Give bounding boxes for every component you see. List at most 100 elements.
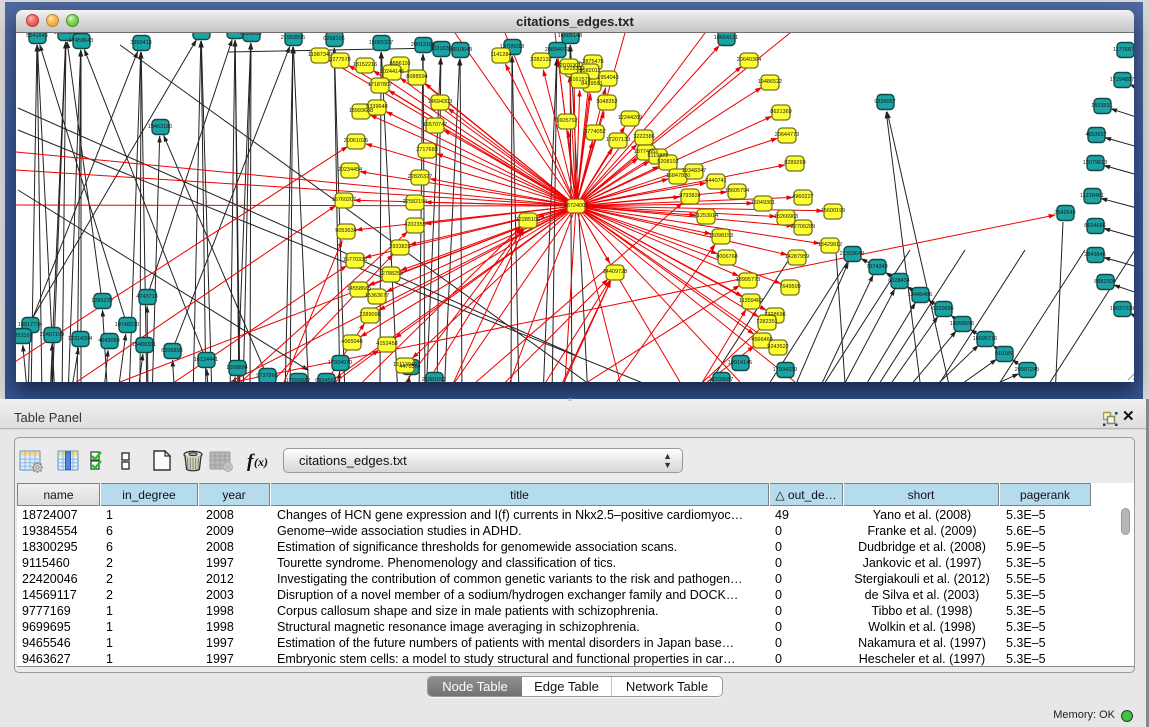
svg-text:7574349: 7574349 [866, 264, 887, 270]
svg-text:10914145: 10914145 [728, 360, 752, 366]
svg-text:18605794: 18605794 [725, 188, 749, 194]
svg-text:7328696: 7328696 [764, 312, 785, 318]
svg-text:4643069: 4643069 [98, 338, 119, 344]
svg-text:22339587: 22339587 [709, 377, 733, 382]
svg-text:16770338: 16770338 [343, 257, 367, 263]
svg-text:14694303: 14694303 [428, 99, 452, 105]
svg-text:9243522: 9243522 [767, 344, 788, 350]
svg-text:15363677: 15363677 [365, 293, 389, 299]
svg-text:20644773: 20644773 [775, 132, 799, 138]
svg-text:17294887: 17294887 [1110, 77, 1134, 83]
svg-text:21253914: 21253914 [694, 213, 718, 219]
svg-text:3222386: 3222386 [633, 134, 654, 140]
svg-text:19463180: 19463180 [148, 124, 172, 130]
svg-text:17207133: 17207133 [606, 137, 630, 143]
svg-text:8006768: 8006768 [716, 254, 737, 260]
svg-text:20997245: 20997245 [1015, 367, 1039, 373]
svg-text:2480963: 2480963 [190, 33, 211, 35]
svg-text:3048352: 3048352 [596, 99, 617, 105]
svg-text:4653657: 4653657 [1085, 132, 1106, 138]
svg-text:20894697: 20894697 [545, 47, 569, 53]
svg-text:15488301: 15488301 [132, 342, 156, 348]
svg-text:1285239: 1285239 [91, 298, 112, 304]
svg-text:12788253: 12788253 [379, 271, 403, 277]
svg-text:6894562: 6894562 [315, 378, 336, 382]
svg-text:21953595: 21953595 [281, 35, 305, 41]
svg-text:6028434: 6028434 [888, 278, 909, 284]
svg-text:21881592: 21881592 [422, 377, 446, 382]
svg-text:18695716: 18695716 [973, 336, 997, 342]
svg-text:18724007: 18724007 [564, 203, 588, 209]
svg-text:18266963: 18266963 [774, 214, 798, 220]
svg-text:8934686: 8934686 [1084, 223, 1105, 229]
svg-text:22407109: 22407109 [40, 332, 64, 338]
svg-text:1954043: 1954043 [597, 75, 618, 81]
svg-text:1008894: 1008894 [226, 365, 247, 371]
svg-text:17187807: 17187807 [368, 82, 392, 88]
svg-text:12314394: 12314394 [68, 336, 92, 342]
svg-text:2717683: 2717683 [416, 147, 437, 153]
svg-text:15600199: 15600199 [821, 208, 845, 214]
svg-text:8886110: 8886110 [389, 61, 410, 67]
svg-text:3542648: 3542648 [1054, 210, 1075, 216]
svg-text:20061026: 20061026 [344, 138, 368, 144]
svg-text:19348347: 19348347 [682, 168, 706, 174]
svg-text:9053634: 9053634 [335, 228, 356, 234]
svg-text:2933823: 2933823 [389, 244, 410, 250]
svg-text:17459643: 17459643 [69, 38, 93, 44]
svg-text:(x): (x) [254, 455, 268, 469]
svg-text:10244146: 10244146 [380, 69, 404, 75]
svg-text:18998556: 18998556 [950, 321, 974, 327]
svg-text:4065048: 4065048 [341, 339, 362, 345]
svg-text:14558665: 14558665 [347, 286, 371, 292]
svg-text:3950413: 3950413 [130, 40, 151, 46]
svg-text:16760207: 16760207 [332, 197, 356, 203]
svg-text:7649509: 7649509 [779, 284, 800, 290]
svg-text:17934970: 17934970 [328, 360, 352, 366]
svg-text:9336057: 9336057 [874, 99, 895, 105]
svg-text:13079613: 13079613 [1083, 160, 1107, 166]
svg-text:7289096: 7289096 [359, 312, 380, 318]
svg-text:6440741: 6440741 [705, 178, 726, 184]
svg-text:10748230: 10748230 [115, 322, 139, 328]
svg-text:15065337: 15065337 [369, 40, 393, 46]
svg-text:16605148: 16605148 [558, 33, 582, 39]
svg-text:3282132: 3282132 [530, 57, 551, 63]
svg-text:15098153: 15098153 [709, 233, 733, 239]
svg-text:13429912: 13429912 [818, 242, 842, 248]
svg-text:5339648: 5339648 [366, 104, 387, 110]
svg-text:6268105: 6268105 [323, 36, 344, 42]
svg-text:22582194: 22582194 [403, 199, 427, 205]
svg-text:6320686: 6320686 [932, 306, 953, 312]
svg-text:16124441: 16124441 [194, 357, 218, 363]
svg-text:11359463: 11359463 [739, 298, 763, 304]
svg-text:1141284: 1141284 [490, 52, 511, 58]
svg-text:20234454: 20234454 [338, 167, 362, 173]
svg-text:6206893: 6206893 [161, 348, 182, 354]
svg-text:2843646: 2843646 [1084, 252, 1105, 258]
svg-text:2875475: 2875475 [582, 59, 603, 65]
svg-text:8621369: 8621369 [770, 109, 791, 115]
svg-text:17696882: 17696882 [286, 378, 310, 382]
svg-text:21333649: 21333649 [840, 251, 864, 257]
svg-text:17934339: 17934339 [773, 367, 797, 373]
svg-text:4152458: 4152458 [376, 341, 397, 347]
svg-text:11776872: 11776872 [1113, 47, 1134, 53]
svg-text:5541643: 5541643 [26, 33, 47, 39]
svg-text:17996865: 17996865 [54, 33, 78, 36]
svg-text:5208102: 5208102 [657, 159, 678, 165]
svg-text:16049361: 16049361 [751, 200, 775, 206]
svg-text:13705018: 13705018 [500, 44, 524, 50]
svg-text:8088594: 8088594 [406, 74, 427, 80]
svg-text:13446466: 13446466 [908, 292, 932, 298]
svg-text:15112940: 15112940 [393, 362, 417, 368]
svg-text:18152216: 18152216 [353, 62, 377, 68]
svg-text:919189: 919189 [995, 351, 1013, 357]
svg-text:6028503: 6028503 [240, 33, 261, 37]
svg-text:22706289: 22706289 [791, 224, 815, 230]
svg-text:19486522: 19486522 [758, 79, 782, 85]
svg-text:9737869: 9737869 [256, 373, 277, 379]
svg-text:3774052: 3774052 [584, 129, 605, 135]
svg-text:1553531: 1553531 [1091, 103, 1112, 109]
svg-text:11218461: 11218461 [1080, 193, 1104, 199]
